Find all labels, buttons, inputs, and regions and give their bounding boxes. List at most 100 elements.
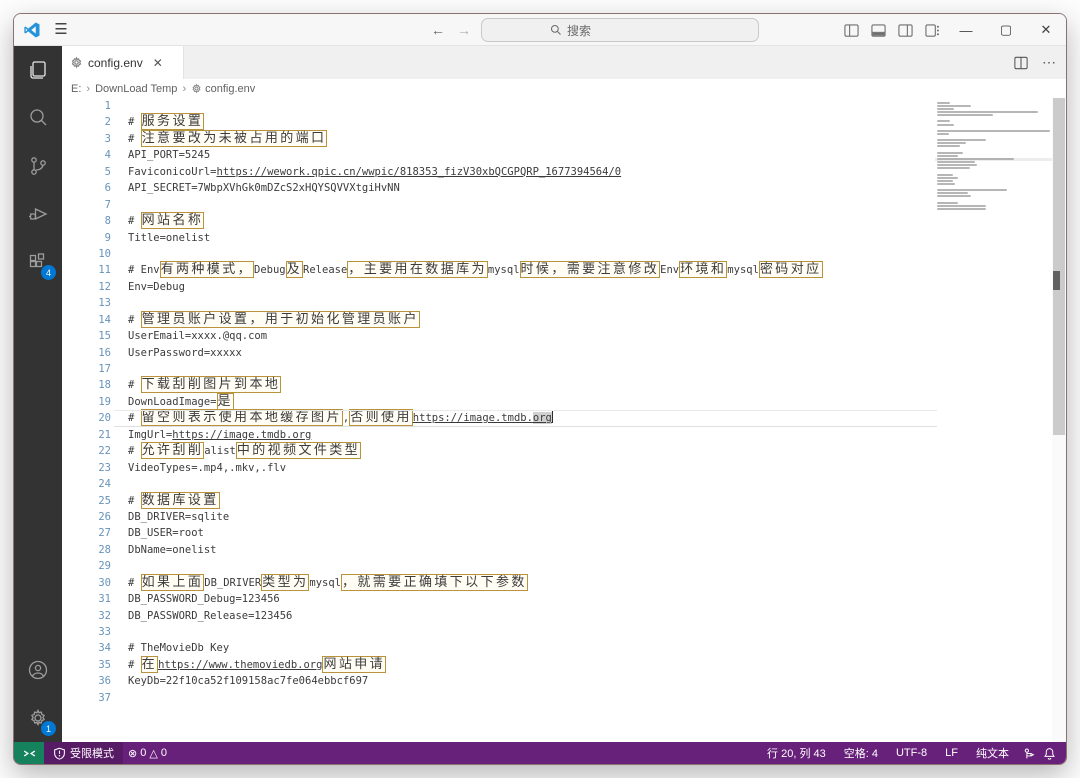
line-number: 19 bbox=[62, 394, 128, 410]
code-lines: 12# 服务设置3# 注意要改为未被占用的端口4API_PORT=52455Fa… bbox=[62, 98, 1066, 706]
language-mode[interactable]: 纯文本 bbox=[971, 745, 1014, 761]
vertical-scrollbar[interactable] bbox=[1052, 98, 1066, 742]
minimize-button[interactable]: — bbox=[946, 14, 986, 46]
maximize-button[interactable]: ▢ bbox=[986, 14, 1026, 46]
activity-bar: 4 1 bbox=[14, 46, 62, 742]
code-line[interactable]: 28DbName=onelist bbox=[62, 542, 1066, 558]
code-line[interactable]: 27DB_USER=root bbox=[62, 525, 1066, 541]
line-number: 26 bbox=[62, 509, 128, 525]
unicode-highlight-text: 类型为 bbox=[261, 574, 309, 591]
toggle-sidebar-icon[interactable] bbox=[844, 23, 859, 38]
sidebar-item-extensions[interactable]: 4 bbox=[14, 238, 62, 286]
code-line[interactable]: 19DownLoadImage=是 bbox=[62, 394, 1066, 410]
breadcrumb-folder[interactable]: DownLoad Temp bbox=[95, 83, 177, 95]
code-text: # TheMovieDb Key bbox=[128, 642, 229, 654]
sidebar-item-source-control[interactable] bbox=[14, 142, 62, 190]
code-line[interactable]: 7 bbox=[62, 197, 1066, 213]
code-line[interactable]: 6API_SECRET=7WbpXVhGk0mDZcS2xHQYSQVVXtgi… bbox=[62, 180, 1066, 196]
remote-indicator[interactable] bbox=[14, 742, 44, 764]
code-line[interactable]: 9Title=onelist bbox=[62, 230, 1066, 246]
nav-back-icon[interactable]: ← bbox=[431, 22, 445, 38]
encoding[interactable]: UTF-8 bbox=[891, 747, 932, 759]
code-line[interactable]: 33 bbox=[62, 624, 1066, 640]
code-text: # bbox=[128, 133, 141, 145]
breadcrumb-file[interactable]: config.env bbox=[205, 83, 255, 95]
unicode-highlight-text: 时候，需要注意修改 bbox=[520, 261, 661, 278]
code-line[interactable]: 35# 在https://www.themoviedb.org网站申请 bbox=[62, 657, 1066, 673]
nav-forward-icon[interactable]: → bbox=[457, 22, 471, 38]
code-line[interactable]: 26DB_DRIVER=sqlite bbox=[62, 509, 1066, 525]
code-line[interactable]: 1 bbox=[62, 98, 1066, 114]
code-line[interactable]: 30# 如果上面DB_DRIVER类型为mysql，就需要正确填下以下参数 bbox=[62, 575, 1066, 591]
code-line[interactable]: 32DB_PASSWORD_Release=123456 bbox=[62, 608, 1066, 624]
more-actions-icon[interactable]: ⋯ bbox=[1042, 54, 1056, 71]
url-link[interactable]: https://image.tmdb.org bbox=[172, 429, 311, 441]
code-line[interactable]: 4API_PORT=5245 bbox=[62, 147, 1066, 163]
code-line[interactable]: 22# 允许刮削alist中的视频文件类型 bbox=[62, 443, 1066, 459]
code-line[interactable]: 24 bbox=[62, 476, 1066, 492]
search-placeholder: 搜索 bbox=[567, 22, 591, 39]
url-link[interactable]: org bbox=[533, 412, 552, 424]
sidebar-item-run-debug[interactable] bbox=[14, 190, 62, 238]
code-line[interactable]: 11# Env有两种模式，Debug及Release，主要用在数据库为mysql… bbox=[62, 262, 1066, 278]
code-line[interactable]: 25# 数据库设置 bbox=[62, 493, 1066, 509]
close-button[interactable]: ✕ bbox=[1026, 14, 1066, 46]
restricted-mode-label: 受限模式 bbox=[70, 745, 114, 761]
url-link[interactable]: https://www.themoviedb.org bbox=[158, 659, 322, 671]
code-line[interactable]: 29 bbox=[62, 558, 1066, 574]
sidebar-item-explorer[interactable] bbox=[14, 46, 62, 94]
code-editor[interactable]: 12# 服务设置3# 注意要改为未被占用的端口4API_PORT=52455Fa… bbox=[62, 98, 1066, 742]
code-line[interactable]: 37 bbox=[62, 690, 1066, 706]
code-line[interactable]: 10 bbox=[62, 246, 1066, 262]
code-line[interactable]: 17 bbox=[62, 361, 1066, 377]
code-line[interactable]: 31DB_PASSWORD_Debug=123456 bbox=[62, 591, 1066, 607]
code-line[interactable]: 34# TheMovieDb Key bbox=[62, 640, 1066, 656]
split-editor-icon[interactable] bbox=[1014, 56, 1028, 70]
url-link[interactable]: https://wework.qpic.cn/wwpic/818353_fizV… bbox=[217, 166, 622, 178]
settings-button[interactable]: 1 bbox=[14, 694, 62, 742]
search-icon bbox=[550, 24, 562, 36]
customize-layout-icon[interactable] bbox=[925, 23, 940, 38]
url-link[interactable]: https://image.tmdb. bbox=[413, 412, 533, 424]
sidebar-item-search[interactable] bbox=[14, 94, 62, 142]
line-number: 13 bbox=[62, 295, 128, 311]
tab-config-env[interactable]: config.env ✕ bbox=[62, 46, 184, 79]
code-line[interactable]: 2# 服务设置 bbox=[62, 114, 1066, 130]
toggle-secondary-sidebar-icon[interactable] bbox=[898, 23, 913, 38]
problems-indicator[interactable]: ⊗ 0 △ 0 bbox=[123, 747, 172, 760]
menu-icon[interactable]: ☰ bbox=[53, 22, 69, 38]
code-line[interactable]: 12Env=Debug bbox=[62, 279, 1066, 295]
code-line[interactable]: 21ImgUrl=https://image.tmdb.org bbox=[62, 427, 1066, 443]
scrollbar-thumb[interactable] bbox=[1053, 98, 1065, 435]
errors-count: 0 bbox=[140, 747, 146, 759]
toggle-panel-icon[interactable] bbox=[871, 23, 886, 38]
indentation[interactable]: 空格: 4 bbox=[839, 745, 883, 761]
code-line[interactable]: 5FaviconicoUrl=https://wework.qpic.cn/ww… bbox=[62, 164, 1066, 180]
code-line[interactable]: 15UserEmail=xxxx.@qq.com bbox=[62, 328, 1066, 344]
code-line[interactable]: 8# 网站名称 bbox=[62, 213, 1066, 229]
cursor-position[interactable]: 行 20, 列 43 bbox=[762, 745, 831, 761]
code-text: DbName=onelist bbox=[128, 544, 217, 556]
code-line[interactable]: 16UserPassword=xxxxx bbox=[62, 345, 1066, 361]
eol-sequence[interactable]: LF bbox=[940, 747, 963, 759]
account-button[interactable] bbox=[14, 646, 62, 694]
unicode-highlight-text: 网站申请 bbox=[322, 656, 386, 673]
code-line[interactable]: 3# 注意要改为未被占用的端口 bbox=[62, 131, 1066, 147]
code-text: # bbox=[128, 116, 141, 128]
feedback-icon[interactable] bbox=[1022, 747, 1035, 760]
breadcrumb-drive[interactable]: E: bbox=[71, 83, 81, 95]
code-line[interactable]: 20# 留空则表示使用本地缓存图片,否则使用https://image.tmdb… bbox=[62, 410, 1066, 426]
minimap[interactable] bbox=[937, 98, 1052, 742]
notifications-bell-icon[interactable] bbox=[1043, 747, 1056, 760]
command-center-search[interactable]: 搜索 bbox=[481, 18, 759, 42]
code-line[interactable]: 14# 管理员账户设置，用于初始化管理员账户 bbox=[62, 312, 1066, 328]
tab-label: config.env bbox=[88, 56, 143, 70]
line-number: 29 bbox=[62, 558, 128, 574]
tab-close-icon[interactable]: ✕ bbox=[153, 56, 163, 70]
code-line[interactable]: 23VideoTypes=.mp4,.mkv,.flv bbox=[62, 460, 1066, 476]
restricted-mode-indicator[interactable]: 受限模式 bbox=[44, 742, 123, 764]
code-line[interactable]: 18# 下载刮削图片到本地 bbox=[62, 377, 1066, 393]
code-line[interactable]: 36KeyDb=22f10ca52f109158ac7fe064ebbcf697 bbox=[62, 673, 1066, 689]
code-text: # bbox=[128, 379, 141, 391]
code-line[interactable]: 13 bbox=[62, 295, 1066, 311]
